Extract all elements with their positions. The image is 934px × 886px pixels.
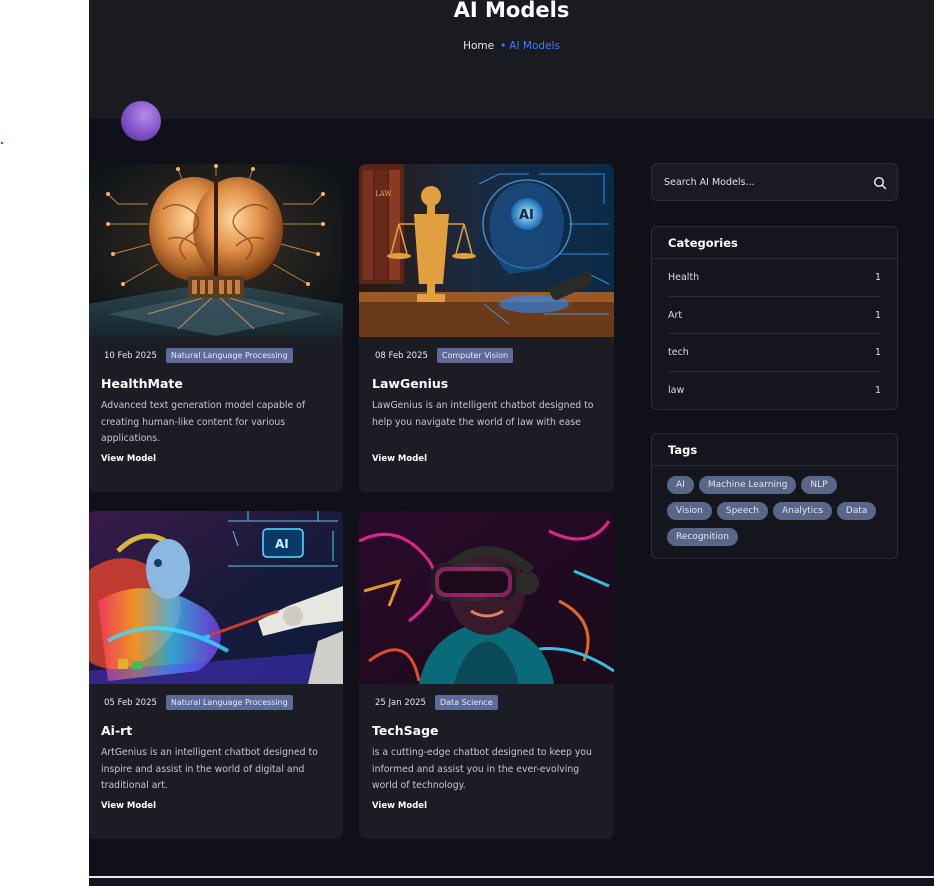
card-title[interactable]: TechSage	[372, 723, 439, 738]
category-label: tech	[668, 347, 689, 358]
breadcrumb-home[interactable]: Home	[463, 40, 494, 52]
tag-ai[interactable]: AI	[667, 476, 694, 494]
model-image-healthmate[interactable]	[89, 164, 343, 337]
card-meta: 25 Jan 2025 Data Science	[375, 695, 498, 710]
breadcrumb: Home • AI Models	[89, 40, 934, 52]
footer	[89, 878, 934, 886]
category-count: 1	[874, 347, 881, 358]
model-card-techsage: 25 Jan 2025 Data Science TechSage is a c…	[359, 511, 614, 839]
tag-data[interactable]: Data	[836, 502, 877, 520]
card-title[interactable]: LawGenius	[372, 376, 448, 391]
tag-recognition[interactable]: Recognition	[667, 528, 738, 546]
card-description: ArtGenius is an intelligent chatbot desi…	[101, 747, 318, 791]
image-ai-text: AI	[275, 537, 289, 551]
card-description: LawGenius is an intelligent chatbot desi…	[372, 400, 594, 428]
category-label: Health	[668, 272, 700, 283]
model-card-healthmate: 10 Feb 2025 Natural Language Processing …	[89, 164, 343, 492]
decorative-orb	[121, 101, 161, 141]
ai-brain-circuit-image	[89, 164, 343, 337]
tag-machine-learning[interactable]: Machine Learning	[698, 476, 797, 494]
category-item-law[interactable]: law 1	[668, 372, 881, 410]
view-model-link[interactable]: View Model	[372, 454, 427, 464]
image-ai-text: AI	[519, 208, 534, 223]
card-meta: 10 Feb 2025 Natural Language Processing	[104, 348, 293, 363]
category-badge[interactable]: Natural Language Processing	[165, 348, 293, 363]
category-item-tech[interactable]: tech 1	[668, 334, 881, 372]
breadcrumb-separator: •	[500, 40, 507, 52]
category-label: Art	[668, 309, 683, 321]
tag-analytics[interactable]: Analytics	[773, 502, 832, 520]
category-count: 1	[874, 272, 881, 283]
card-description: Advanced text generation model capable o…	[101, 400, 306, 444]
category-item-health[interactable]: Health 1	[668, 259, 881, 297]
tag-cloud: AI Machine Learning NLP Vision Speech An…	[652, 466, 897, 558]
left-margin	[0, 0, 89, 886]
breadcrumb-current: AI Models	[509, 40, 560, 52]
model-card-ai-rt: AI 05 Feb 2025 Natural Language Processi…	[89, 511, 343, 839]
card-title[interactable]: HealthMate	[101, 376, 183, 391]
card-meta: 05 Feb 2025 Natural Language Processing	[104, 695, 293, 710]
categories-title: Categories	[652, 227, 897, 259]
page-title: AI Models	[453, 0, 570, 22]
model-image-lawgenius[interactable]: LAW AI	[359, 164, 614, 337]
model-image-techsage[interactable]	[359, 511, 614, 684]
model-image-ai-rt[interactable]: AI	[89, 511, 343, 684]
tags-title: Tags	[652, 434, 897, 466]
tag-vision[interactable]: Vision	[667, 502, 712, 520]
tags-widget: Tags AI Machine Learning NLP Vision Spee…	[651, 433, 898, 559]
stray-dot	[1, 142, 3, 144]
view-model-link[interactable]: View Model	[372, 801, 427, 811]
model-card-lawgenius: LAW AI 08 Feb 2025 Computer Vision LawGe…	[359, 164, 614, 492]
card-date: 25 Jan 2025	[375, 697, 426, 708]
category-count: 1	[874, 384, 881, 396]
card-description: is a cutting-edge chatbot designed to ke…	[372, 747, 592, 791]
categories-list: Health 1 Art 1 tech 1 law 1	[652, 259, 897, 409]
category-badge[interactable]: Computer Vision	[436, 348, 514, 363]
page: AI Models Home • AI Models 10 Feb 2025 N…	[89, 0, 934, 886]
categories-widget: Categories Health 1 Art 1 tech 1 law 1	[651, 226, 898, 410]
card-date: 10 Feb 2025	[104, 350, 157, 361]
category-badge[interactable]: Natural Language Processing	[165, 695, 293, 710]
page-header: AI Models Home • AI Models	[89, 0, 934, 141]
vr-headset-neon-image	[359, 511, 614, 684]
view-model-link[interactable]: View Model	[101, 454, 156, 464]
card-date: 08 Feb 2025	[375, 350, 428, 361]
card-meta: 08 Feb 2025 Computer Vision	[375, 348, 514, 363]
view-model-link[interactable]: View Model	[101, 801, 156, 811]
search-input[interactable]	[664, 174, 864, 190]
justice-statue-ai-image: LAW AI	[359, 164, 614, 337]
search-icon[interactable]	[873, 176, 887, 190]
search-box	[651, 163, 898, 201]
card-title[interactable]: Ai-rt	[101, 723, 132, 738]
image-law-text: LAW	[375, 190, 392, 198]
card-date: 05 Feb 2025	[104, 697, 157, 708]
robot-artist-ai-image: AI	[89, 511, 343, 684]
category-item-art[interactable]: Art 1	[668, 297, 881, 334]
category-count: 1	[874, 309, 881, 321]
tag-nlp[interactable]: NLP	[801, 476, 837, 494]
category-badge[interactable]: Data Science	[434, 695, 498, 710]
tag-speech[interactable]: Speech	[716, 502, 769, 520]
category-label: law	[668, 384, 685, 396]
